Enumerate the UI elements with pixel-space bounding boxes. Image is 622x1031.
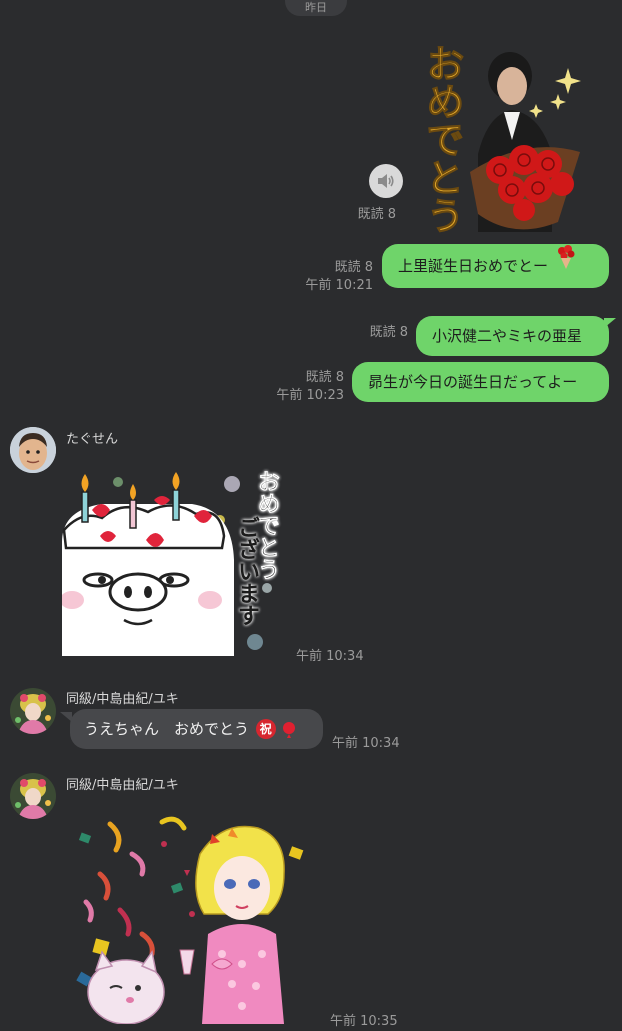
message-text: 昴生が今日の誕生日だってよー xyxy=(368,373,578,391)
sticker-congrats-text: おめでとう xyxy=(420,44,466,235)
message-text: 小沢健二やミキの亜星 xyxy=(432,327,583,345)
timestamp: 午前 10:23 xyxy=(276,388,344,403)
read-receipt: 既読 8 xyxy=(357,207,396,222)
message-bubble-outgoing[interactable]: 上里誕生日おめでとー xyxy=(382,244,609,288)
message-text: 上里誕生日おめでとー xyxy=(398,257,549,275)
sticker-girl-celebration[interactable] xyxy=(72,814,308,1025)
celebration-emoji-label: 祝 xyxy=(255,719,276,739)
bouquet-emoji-icon xyxy=(555,243,577,287)
sticker-cake-pig[interactable]: おめでとう ございます xyxy=(60,470,282,656)
speaker-icon xyxy=(378,174,394,188)
message-bubble-outgoing[interactable]: 小沢健二やミキの亜星 xyxy=(416,316,609,356)
timestamp: 午前 10:34 xyxy=(332,736,400,751)
avatar[interactable] xyxy=(10,773,56,819)
message-bubble-incoming[interactable]: うえちゃん おめでとう 祝 xyxy=(70,709,323,749)
sticker-congrats-roses[interactable]: おめでとう xyxy=(418,44,590,235)
message-meta: 既読 8 午前 10:23 xyxy=(252,369,344,405)
sender-name: たぐせん xyxy=(66,432,119,447)
message-meta: 既読 8 午前 10:21 xyxy=(280,259,373,295)
read-receipt: 既読 8 xyxy=(334,260,373,275)
timestamp: 午前 10:34 xyxy=(296,649,364,664)
avatar[interactable] xyxy=(10,688,56,734)
celebration-emoji-icon: 祝 xyxy=(255,708,297,748)
sender-name: 同級/中島由紀/ユキ xyxy=(66,778,179,793)
sound-button[interactable] xyxy=(369,164,403,198)
timestamp: 午前 10:35 xyxy=(330,1014,398,1029)
sticker-text: ございます xyxy=(234,516,259,626)
read-receipt: 既読 8 xyxy=(369,325,408,340)
read-receipt: 既読 8 xyxy=(305,370,344,385)
avatar[interactable] xyxy=(10,427,56,473)
timestamp: 午前 10:21 xyxy=(305,278,373,293)
message-text: うえちゃん おめでとう xyxy=(84,720,250,738)
sender-name: 同級/中島由紀/ユキ xyxy=(66,692,179,707)
message-bubble-outgoing[interactable]: 昴生が今日の誕生日だってよー xyxy=(352,362,609,402)
date-label: 昨日 xyxy=(305,1,327,14)
bubble-tail xyxy=(604,318,616,328)
date-separator: 昨日 xyxy=(285,0,347,16)
